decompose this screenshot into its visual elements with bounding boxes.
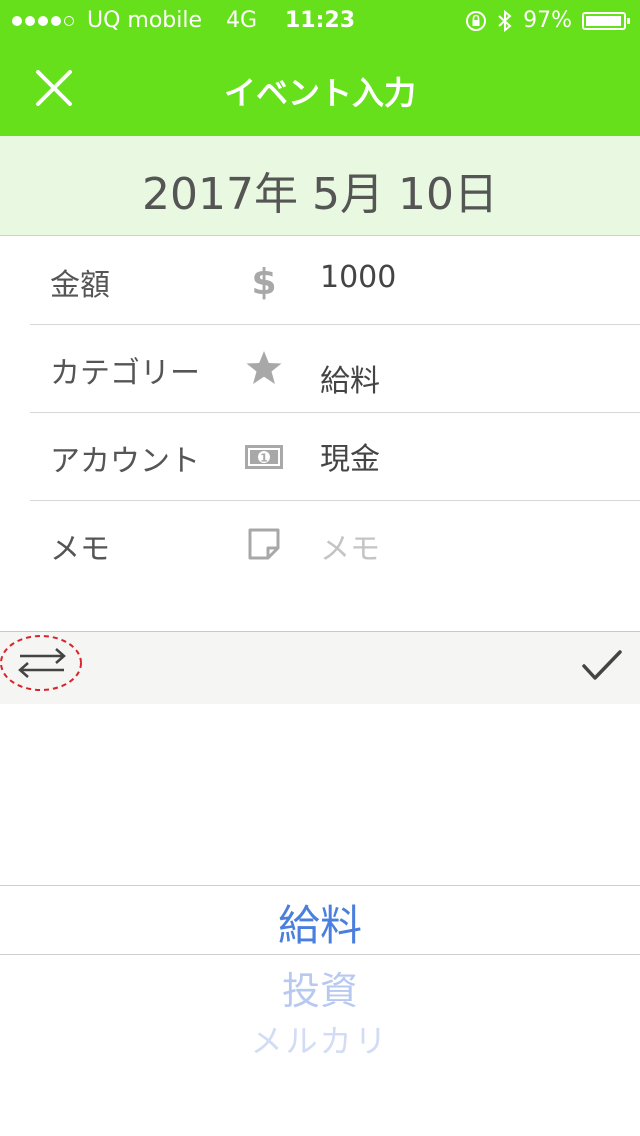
status-bar: UQ mobile 4G 11:23 97% xyxy=(0,0,640,40)
confirm-button[interactable] xyxy=(580,646,624,686)
amount-row[interactable]: 金額 $ 1000 xyxy=(30,236,640,325)
battery-percent: 97% xyxy=(523,8,572,33)
swap-arrows-icon xyxy=(0,635,82,691)
memo-field[interactable]: メモ xyxy=(320,524,380,568)
checkmark-icon xyxy=(582,650,622,680)
svg-text:$: $ xyxy=(251,262,276,302)
account-row[interactable]: アカウント 1 現金 xyxy=(30,412,640,501)
date-section: 2017年 5月 10日 xyxy=(0,136,640,236)
dollar-icon: $ xyxy=(251,262,276,302)
amount-label: 金額 xyxy=(50,268,110,303)
star-icon xyxy=(246,351,282,384)
status-right: 97% xyxy=(455,8,630,33)
page-title: イベント入力 xyxy=(223,74,416,112)
category-label: カテゴリー xyxy=(50,356,200,391)
picker-selection-top-line xyxy=(0,885,640,886)
memo-label: メモ xyxy=(50,532,110,567)
account-value[interactable]: 現金 xyxy=(320,434,380,478)
svg-text:1: 1 xyxy=(260,452,268,465)
rotation-lock-icon xyxy=(466,10,487,31)
battery-icon xyxy=(582,11,630,30)
swap-button[interactable] xyxy=(0,634,84,692)
amount-value[interactable]: 1000 xyxy=(320,260,396,295)
picker-option-selected[interactable]: 給料 xyxy=(0,892,640,953)
picker-option[interactable]: 投資 xyxy=(0,960,640,1015)
category-row[interactable]: カテゴリー 給料 xyxy=(30,324,640,413)
note-icon xyxy=(248,528,280,560)
account-label: アカウント xyxy=(50,444,200,479)
bluetooth-icon xyxy=(498,9,512,32)
picker-selection-bottom-line xyxy=(0,954,640,955)
category-value[interactable]: 給料 xyxy=(320,356,380,400)
input-toolbar xyxy=(0,631,640,704)
memo-row[interactable]: メモ メモ xyxy=(30,500,640,588)
nav-bar: イベント入力 xyxy=(0,40,640,136)
date-selector[interactable]: 2017年 5月 10日 xyxy=(0,158,640,222)
picker-option[interactable]: メルカリ xyxy=(0,1016,640,1062)
banknote-icon: 1 xyxy=(245,445,283,469)
